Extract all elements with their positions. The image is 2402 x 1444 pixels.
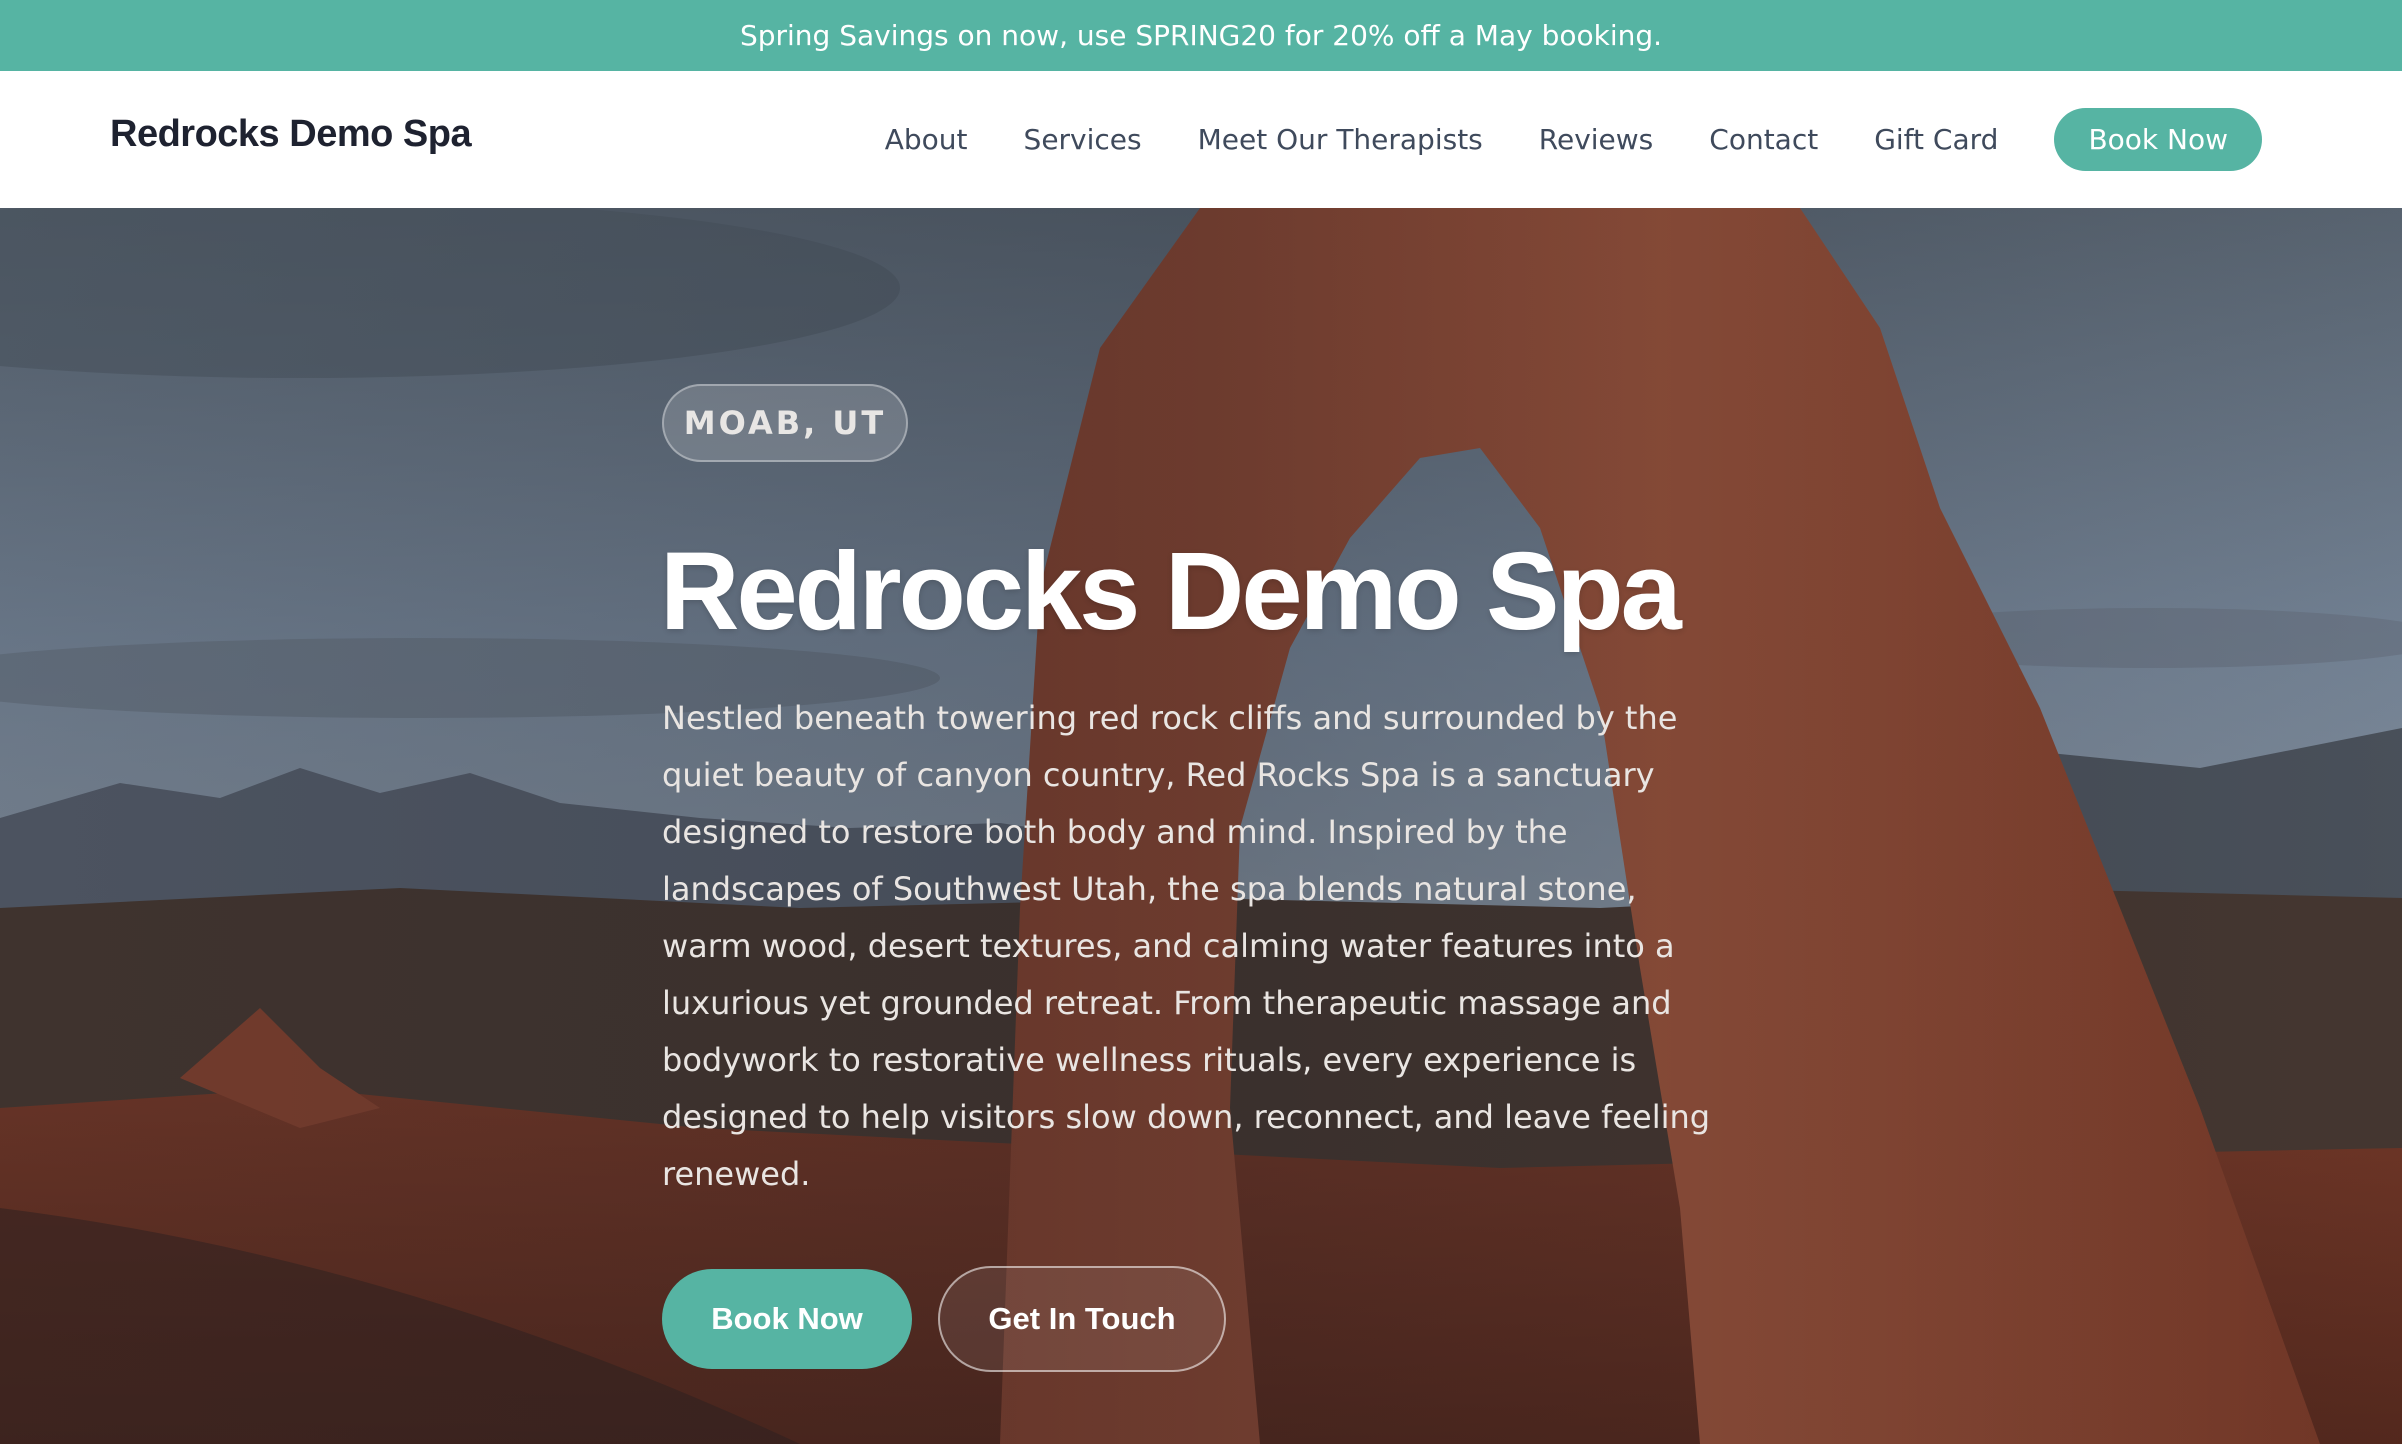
brand-logo[interactable]: Redrocks Demo Spa	[110, 113, 472, 156]
promo-banner: Spring Savings on now, use SPRING20 for …	[0, 0, 2402, 71]
hero-title: Redrocks Demo Spa	[660, 530, 1682, 653]
nav-services[interactable]: Services	[1024, 123, 1142, 156]
nav-gift-card[interactable]: Gift Card	[1874, 123, 1998, 156]
header-book-now-button[interactable]: Book Now	[2054, 108, 2262, 171]
location-badge: MOAB, UT	[662, 384, 908, 462]
main-nav: About Services Meet Our Therapists Revie…	[885, 108, 2262, 171]
promo-text: Spring Savings on now, use SPRING20 for …	[739, 19, 1663, 52]
nav-meet-our-therapists[interactable]: Meet Our Therapists	[1198, 123, 1483, 156]
nav-about[interactable]: About	[885, 123, 968, 156]
get-in-touch-button[interactable]: Get In Touch	[938, 1266, 1226, 1372]
hero-book-now-button[interactable]: Book Now	[662, 1269, 912, 1369]
site-header: Redrocks Demo Spa About Services Meet Ou…	[0, 71, 2402, 209]
hero-description: Nestled beneath towering red rock cliffs…	[662, 699, 1711, 1193]
hero-section: MOAB, UT Redrocks Demo Spa Nestled benea…	[0, 208, 2402, 1444]
nav-reviews[interactable]: Reviews	[1539, 123, 1654, 156]
nav-contact[interactable]: Contact	[1709, 123, 1818, 156]
